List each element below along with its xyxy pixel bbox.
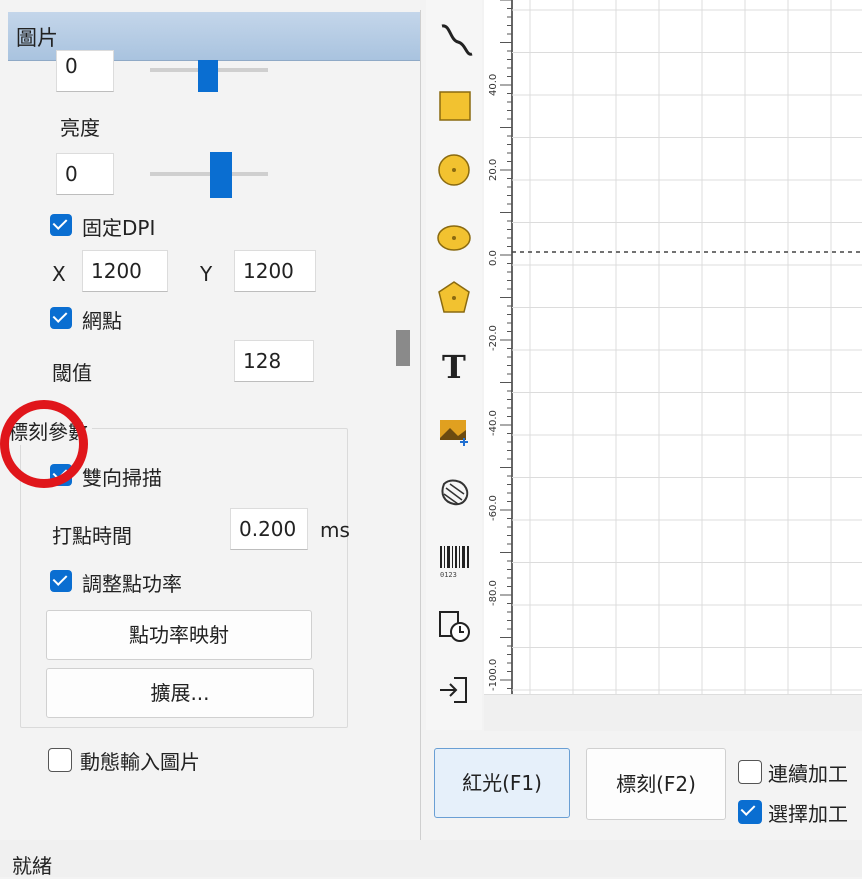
fixed-dpi-label: 固定DPI (82, 216, 156, 240)
ellipse-icon[interactable] (436, 216, 476, 256)
drawing-canvas[interactable]: 40.0 20.0 0.0 -20.0 -40.0 -60.0 -80.0 -100.0 (484, 0, 862, 730)
threshold-label: 閾值 (52, 361, 92, 385)
select-process-checkbox[interactable] (738, 800, 762, 824)
status-bar: 就緒 (0, 840, 862, 878)
ruler-label: -80.0 (488, 580, 499, 606)
mark-button[interactable]: 標刻(F2) (586, 748, 726, 820)
threshold-field[interactable]: 128 (234, 340, 314, 382)
dot-time-unit: ms (320, 518, 350, 542)
adjust-power-checkbox[interactable] (50, 570, 72, 592)
adjust-power-label: 調整點功率 (82, 572, 182, 596)
ruler-label: -100.0 (488, 659, 499, 691)
canvas-grid[interactable]: 40.0 20.0 0.0 -20.0 -40.0 -60.0 -80.0 -100.0 (484, 0, 862, 730)
rectangle-icon[interactable] (436, 86, 476, 126)
contrast-field[interactable]: 0 (56, 50, 114, 92)
ruler-label: 0.0 (488, 250, 499, 266)
vector-file-icon[interactable] (436, 474, 476, 514)
curve-icon[interactable] (436, 20, 476, 60)
circle-icon[interactable] (436, 150, 476, 190)
contrast-slider-thumb[interactable] (198, 60, 218, 92)
timer-icon[interactable] (436, 606, 476, 646)
power-map-button[interactable]: 點功率映射 (46, 610, 312, 660)
red-light-button[interactable]: 紅光(F1) (434, 748, 570, 818)
halftone-checkbox[interactable] (50, 307, 72, 329)
ruler-label: -40.0 (488, 410, 499, 436)
dpi-y-field[interactable]: 1200 (234, 250, 316, 292)
select-process-label: 選擇加工 (768, 802, 848, 826)
svg-text:0123: 0123 (440, 571, 457, 579)
brightness-slider-track[interactable] (150, 172, 268, 176)
brightness-field[interactable]: 0 (56, 153, 114, 195)
annotation-circle (0, 400, 88, 488)
extend-button[interactable]: 擴展... (46, 668, 314, 718)
brightness-slider-thumb[interactable] (210, 152, 232, 198)
y-label: Y (200, 262, 213, 286)
ruler-label: 20.0 (488, 159, 499, 181)
fixed-dpi-checkbox[interactable] (50, 214, 72, 236)
canvas-bottom-scroll (484, 694, 862, 731)
input-port-icon[interactable] (436, 670, 476, 710)
svg-text:T: T (442, 348, 466, 386)
text-icon[interactable]: T (436, 346, 476, 386)
ruler-label: 40.0 (488, 74, 499, 96)
continuous-process-label: 連續加工 (768, 762, 848, 786)
dot-time-field[interactable]: 0.200 (230, 508, 308, 550)
dynamic-input-checkbox[interactable] (48, 748, 72, 772)
continuous-process-checkbox[interactable] (738, 760, 762, 784)
status-text: 就緒 (12, 854, 52, 878)
dot-time-label: 打點時間 (52, 524, 132, 548)
panel-scrollbar-thumb[interactable] (396, 330, 410, 366)
image-icon[interactable] (436, 410, 476, 450)
bidirectional-scan-label: 雙向掃描 (82, 466, 162, 490)
dynamic-input-label: 動態輸入圖片 (80, 750, 200, 774)
brightness-label: 亮度 (60, 116, 100, 140)
panel-title: 圖片 (16, 26, 58, 50)
ruler-label: -60.0 (488, 495, 499, 521)
dpi-x-field[interactable]: 1200 (82, 250, 168, 292)
barcode-icon[interactable]: 0123 (436, 540, 476, 580)
halftone-label: 網點 (82, 309, 122, 333)
ruler-label: -20.0 (488, 325, 499, 351)
polygon-icon[interactable] (436, 278, 476, 318)
x-label: X (52, 262, 66, 286)
